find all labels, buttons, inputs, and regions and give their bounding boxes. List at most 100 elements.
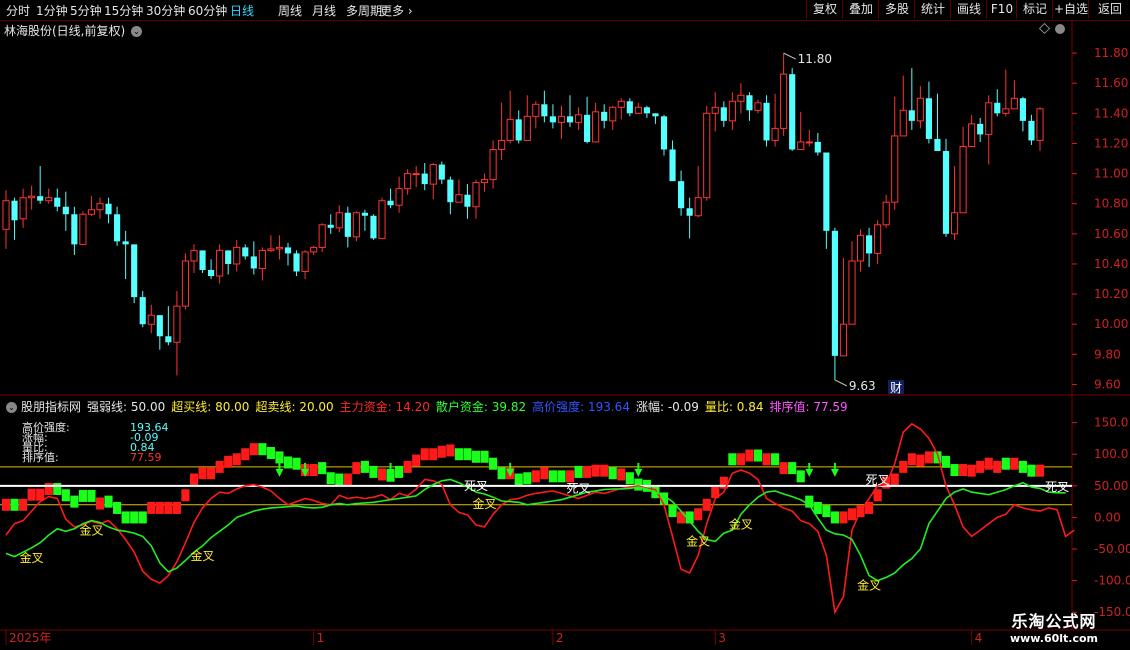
indicator-bar: [677, 511, 686, 524]
candle-body: [480, 179, 489, 184]
candle-body: [489, 148, 497, 181]
candle-body: [771, 127, 779, 141]
timeframe-tab[interactable]: 月线: [312, 2, 336, 19]
toolbar-button[interactable]: 标记: [1016, 0, 1053, 19]
indicator-bar: [429, 448, 438, 461]
indicator-bar: [10, 498, 19, 511]
indicator-bar: [976, 460, 985, 473]
indicator-bar: [574, 465, 583, 478]
indicator-bar: [172, 501, 181, 514]
candle-body: [361, 212, 368, 216]
indicator-bar: [121, 511, 130, 524]
indicator-bar: [565, 470, 575, 483]
candle-body: [156, 315, 163, 337]
indicator-tick-label: -100.0: [1094, 574, 1130, 588]
toolbar-button[interactable]: +自选: [1052, 0, 1089, 19]
candle-body: [1028, 120, 1035, 141]
timeframe-tab[interactable]: 5分钟: [70, 2, 102, 19]
indicator-bar: [87, 489, 96, 502]
indicator-bar: [591, 464, 600, 477]
toolbar-button[interactable]: 多股: [878, 0, 915, 19]
gold-cross-label: 金叉: [79, 523, 103, 538]
indicator-bar: [343, 473, 352, 486]
indicator-bar: [788, 462, 797, 475]
toolbar-button[interactable]: 统计: [914, 0, 951, 19]
timeframe-tab[interactable]: 15分钟: [104, 2, 143, 19]
toolbar-button[interactable]: F10: [986, 0, 1017, 19]
toolbar-button[interactable]: 叠加: [842, 0, 879, 19]
candle-body: [335, 212, 343, 229]
indicator-bar: [19, 498, 28, 511]
indicator-bar: [634, 478, 643, 491]
indicator-bar: [608, 467, 617, 480]
candle-body: [950, 212, 959, 235]
indicator-bar: [540, 467, 549, 480]
indicator-bar: [489, 457, 498, 470]
candle-body: [711, 106, 719, 114]
indicator-bar: [266, 446, 275, 459]
indicator-bar: [813, 501, 822, 514]
candle-body: [284, 247, 292, 254]
candle-body: [421, 173, 428, 185]
candle-body: [1036, 108, 1044, 141]
death-cross-label: 死叉: [1045, 480, 1069, 494]
timeframe-tab[interactable]: 1分钟: [36, 2, 68, 19]
timeframe-tab[interactable]: 30分钟: [146, 2, 185, 19]
candle-body: [728, 100, 736, 122]
candle-body: [96, 203, 104, 211]
price-tick-label: 10.00: [1094, 317, 1128, 331]
indicator-collapse-icon[interactable]: ⌄: [6, 402, 17, 413]
indicator-bar: [497, 467, 506, 480]
indicator-bar: [147, 501, 156, 514]
high-price-label: 11.80: [798, 52, 832, 66]
toolbar-button[interactable]: 画线: [950, 0, 987, 19]
chart-canvas[interactable]: 11.80 11.60 11.40 11.20 11.00 10.80 10.60 10.40…: [0, 20, 1130, 650]
indicator-bar: [762, 453, 771, 466]
candle-body: [190, 249, 198, 262]
indicator-bar: [44, 482, 53, 495]
indicator-bar: [899, 460, 908, 473]
indicator-bar: [292, 457, 301, 470]
timeframe-tab[interactable]: 周线: [278, 2, 302, 19]
price-tick-label: 10.40: [1094, 257, 1128, 271]
toolbar-button[interactable]: 返回: [1088, 0, 1130, 19]
indicator-bar: [258, 443, 267, 456]
indicator-bar: [113, 501, 122, 514]
candle-body: [62, 206, 69, 215]
indicator-bar: [1001, 457, 1010, 470]
sell-arrow-icon: [634, 468, 643, 477]
candle-body: [344, 212, 351, 237]
diamond-icon: [1038, 22, 1051, 35]
timeframe-tab[interactable]: 多周期: [346, 2, 382, 19]
sell-arrow-icon: [805, 468, 814, 477]
candle-body: [805, 141, 813, 144]
candle-body: [318, 224, 326, 248]
toolbar-button[interactable]: 复权: [806, 0, 843, 19]
indicator-bar: [189, 473, 199, 486]
candle-body: [242, 247, 249, 257]
overlay-values: 193.64 -0.09 0.84 77.59: [130, 422, 169, 463]
candle-body: [464, 194, 471, 207]
timeframe-tab[interactable]: 日线: [230, 2, 254, 19]
timeframe-tab[interactable]: 分时: [6, 2, 30, 19]
indicator-bar: [771, 453, 780, 466]
gold-cross-label: 金叉: [20, 550, 44, 565]
candle-body: [2, 200, 10, 230]
candle-body: [387, 200, 394, 206]
indicator-value: 排序值: 77.59: [769, 400, 848, 414]
indicator-bar: [224, 455, 233, 468]
candle-body: [532, 103, 540, 117]
indicator-bar: [514, 473, 523, 486]
candle-body: [541, 104, 548, 117]
candle-body: [208, 269, 215, 277]
timeframe-tab[interactable]: 更多 ›: [380, 2, 413, 19]
candle-body: [1019, 98, 1026, 121]
candle-body: [378, 200, 386, 239]
candle-body: [438, 164, 445, 180]
high-marker-line: [783, 52, 796, 60]
indicator-bar: [360, 460, 369, 473]
candle-body: [105, 203, 112, 215]
timeframe-tab[interactable]: 60分钟: [188, 2, 227, 19]
candle-body: [720, 107, 727, 121]
candle-body: [11, 200, 18, 221]
